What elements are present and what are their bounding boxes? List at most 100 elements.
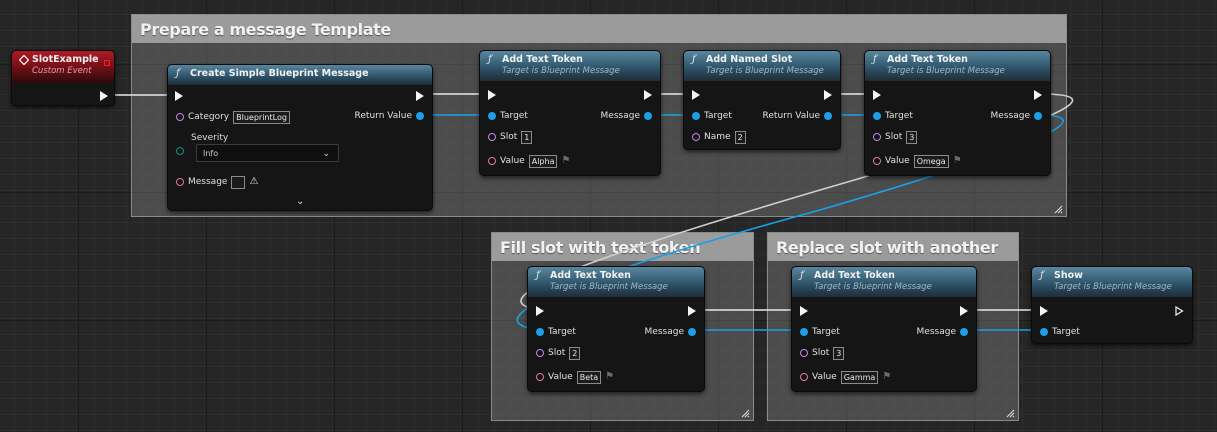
target-label: Target bbox=[500, 111, 528, 121]
add-text-token-node-alpha[interactable]: ƒ Add Text Token Target is Blueprint Mes… bbox=[479, 50, 661, 176]
node-subtitle: Custom Event bbox=[32, 66, 92, 76]
target-label: Target bbox=[704, 111, 732, 121]
exec-in-pin[interactable] bbox=[873, 89, 881, 100]
category-pin[interactable] bbox=[176, 113, 184, 121]
exec-out-pin[interactable] bbox=[1034, 89, 1042, 100]
severity-dropdown[interactable]: Info ⌄ bbox=[196, 144, 339, 162]
message-out-pin[interactable] bbox=[644, 112, 652, 120]
show-node[interactable]: ƒ Show Target is Blueprint Message Targe… bbox=[1031, 266, 1193, 344]
slot-example-event-node[interactable]: SlotExample Custom Event bbox=[11, 50, 115, 106]
exec-in-pin[interactable] bbox=[488, 89, 496, 100]
node-subtitle: Target is Blueprint Message bbox=[1054, 282, 1172, 292]
localization-flag-icon[interactable]: ⚑ bbox=[561, 154, 570, 168]
exec-out-pin[interactable] bbox=[1175, 305, 1184, 316]
name-pin[interactable] bbox=[692, 133, 700, 141]
target-pin[interactable] bbox=[536, 328, 544, 336]
message-label: Message bbox=[990, 111, 1030, 121]
node-title: Show bbox=[1054, 270, 1083, 281]
node-title: Add Text Token bbox=[887, 54, 968, 65]
return-value-pin[interactable] bbox=[824, 112, 832, 120]
target-pin[interactable] bbox=[873, 112, 881, 120]
target-label: Target bbox=[1052, 327, 1080, 337]
exec-out-pin[interactable] bbox=[688, 305, 696, 316]
localization-flag-icon[interactable]: ⚑ bbox=[953, 154, 962, 168]
value-pin[interactable] bbox=[536, 373, 544, 381]
slot-pin[interactable] bbox=[536, 349, 544, 357]
chevron-down-icon[interactable]: ⌄ bbox=[296, 196, 304, 207]
slot-label: Slot bbox=[885, 132, 903, 142]
chevron-down-icon: ⌄ bbox=[322, 149, 330, 159]
add-named-slot-node[interactable]: ƒ Add Named Slot Target is Blueprint Mes… bbox=[683, 50, 841, 150]
add-text-token-node-beta[interactable]: ƒ Add Text Token Target is Blueprint Mes… bbox=[527, 266, 705, 392]
category-label: Category bbox=[188, 112, 230, 122]
function-f-icon: ƒ bbox=[1040, 270, 1044, 281]
function-f-icon: ƒ bbox=[536, 270, 540, 281]
node-subtitle: Target is Blueprint Message bbox=[706, 66, 824, 76]
target-pin[interactable] bbox=[1040, 328, 1048, 336]
message-input[interactable] bbox=[231, 175, 246, 189]
slot-input[interactable]: 2 bbox=[569, 346, 581, 360]
value-pin[interactable] bbox=[800, 373, 808, 381]
exec-out-pin[interactable] bbox=[644, 89, 652, 100]
exec-out-pin[interactable] bbox=[824, 89, 832, 100]
value-input[interactable]: Alpha bbox=[528, 154, 558, 168]
target-pin[interactable] bbox=[488, 112, 496, 120]
function-f-icon: ƒ bbox=[873, 54, 877, 65]
message-label: Message bbox=[600, 111, 640, 121]
return-value-pin[interactable] bbox=[416, 112, 424, 120]
slot-label: Slot bbox=[812, 348, 830, 358]
delegate-pin[interactable] bbox=[104, 60, 110, 66]
node-title: Add Text Token bbox=[814, 270, 895, 281]
value-input[interactable]: Beta bbox=[576, 370, 602, 384]
function-f-icon: ƒ bbox=[176, 68, 180, 79]
slot-pin[interactable] bbox=[873, 133, 881, 141]
message-out-pin[interactable] bbox=[1034, 112, 1042, 120]
slot-pin[interactable] bbox=[800, 349, 808, 357]
create-simple-blueprint-message-node[interactable]: ƒ Create Simple Blueprint Message Catego… bbox=[167, 64, 433, 211]
target-label: Target bbox=[885, 111, 913, 121]
message-label: Message bbox=[188, 177, 228, 187]
node-subtitle: Target is Blueprint Message bbox=[502, 66, 620, 76]
category-input[interactable]: BlueprintLog bbox=[233, 110, 290, 124]
value-label: Value bbox=[548, 372, 573, 382]
node-subtitle: Target is Blueprint Message bbox=[814, 282, 932, 292]
localization-flag-icon[interactable]: ⚑ bbox=[605, 370, 614, 384]
exec-in-pin[interactable] bbox=[175, 90, 183, 101]
name-input[interactable]: 2 bbox=[734, 130, 746, 144]
value-pin[interactable] bbox=[873, 157, 881, 165]
return-value-label: Return Value bbox=[354, 111, 412, 121]
exec-in-pin[interactable] bbox=[1040, 305, 1048, 316]
event-diamond-icon bbox=[19, 55, 29, 65]
localization-flag-icon[interactable]: ⚑ bbox=[882, 370, 891, 384]
name-label: Name bbox=[704, 132, 731, 142]
node-title: Add Text Token bbox=[550, 270, 631, 281]
message-pin[interactable] bbox=[176, 178, 184, 186]
message-out-pin[interactable] bbox=[960, 328, 968, 336]
slot-input[interactable]: 3 bbox=[833, 346, 845, 360]
node-title: Create Simple Blueprint Message bbox=[190, 68, 369, 79]
target-pin[interactable] bbox=[800, 328, 808, 336]
target-pin[interactable] bbox=[692, 112, 700, 120]
message-label: Message bbox=[916, 327, 956, 337]
slot-label: Slot bbox=[500, 132, 518, 142]
slot-input[interactable]: 3 bbox=[906, 130, 918, 144]
exec-out-pin[interactable] bbox=[416, 90, 424, 101]
value-input[interactable]: Omega bbox=[913, 154, 949, 168]
add-text-token-node-omega[interactable]: ƒ Add Text Token Target is Blueprint Mes… bbox=[864, 50, 1051, 176]
exec-out-pin[interactable] bbox=[960, 305, 968, 316]
exec-out-pin[interactable] bbox=[100, 90, 108, 101]
function-f-icon: ƒ bbox=[692, 54, 696, 65]
add-text-token-node-gamma[interactable]: ƒ Add Text Token Target is Blueprint Mes… bbox=[791, 266, 977, 392]
target-label: Target bbox=[548, 327, 576, 337]
severity-pin[interactable] bbox=[176, 146, 184, 155]
target-label: Target bbox=[812, 327, 840, 337]
value-input[interactable]: Gamma bbox=[840, 370, 879, 384]
slot-input[interactable]: 1 bbox=[521, 130, 533, 144]
slot-pin[interactable] bbox=[488, 133, 496, 141]
message-out-pin[interactable] bbox=[688, 328, 696, 336]
exec-in-pin[interactable] bbox=[692, 89, 700, 100]
node-subtitle: Target is Blueprint Message bbox=[550, 282, 668, 292]
exec-in-pin[interactable] bbox=[536, 305, 544, 316]
value-pin[interactable] bbox=[488, 157, 496, 165]
exec-in-pin[interactable] bbox=[800, 305, 808, 316]
